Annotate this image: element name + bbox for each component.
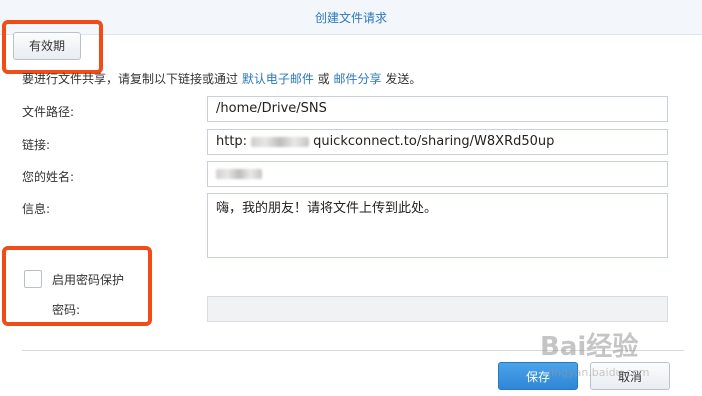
password-input[interactable] <box>207 296 668 322</box>
default-email-link[interactable]: 默认电子邮件 <box>242 72 314 86</box>
dialog-titlebar: 创建文件请求 <box>0 0 702 35</box>
intro-text-middle: 或 <box>313 72 334 86</box>
link-prefix: http: <box>216 134 248 149</box>
intro-text-after: 发送。 <box>381 72 422 86</box>
mail-share-link[interactable]: 邮件分享 <box>333 72 381 86</box>
link-field[interactable]: http: quickconnect.to/sharing/W8XRd50up <box>207 129 668 155</box>
watermark-url: jingyan.baidu.com <box>548 366 650 379</box>
path-field[interactable]: /home/Drive/SNS <box>207 96 668 122</box>
path-value: /home/Drive/SNS <box>216 101 327 116</box>
link-redacted-segment <box>251 136 310 147</box>
message-label: 信息: <box>22 202 51 216</box>
link-label: 链接: <box>22 138 51 152</box>
highlight-box-password <box>2 246 152 326</box>
highlight-box-validity <box>2 20 103 74</box>
message-textarea[interactable]: 嗨，我的朋友！请将文件上传到此处。 <box>207 193 668 258</box>
watermark-logo: Bai经验 <box>540 332 639 362</box>
link-suffix: quickconnect.to/sharing/W8XRd50up <box>313 134 555 149</box>
name-redacted-value <box>216 168 262 179</box>
name-label: 您的姓名: <box>22 170 75 184</box>
dialog-title: 创建文件请求 <box>314 11 387 25</box>
intro-text-before: 要进行文件共享，请复制以下链接或通过 <box>22 72 242 86</box>
path-label: 文件路径: <box>22 105 75 119</box>
name-field[interactable] <box>207 161 668 187</box>
share-instructions: 要进行文件共享，请复制以下链接或通过 默认电子邮件 或 邮件分享 发送。 <box>22 70 421 87</box>
